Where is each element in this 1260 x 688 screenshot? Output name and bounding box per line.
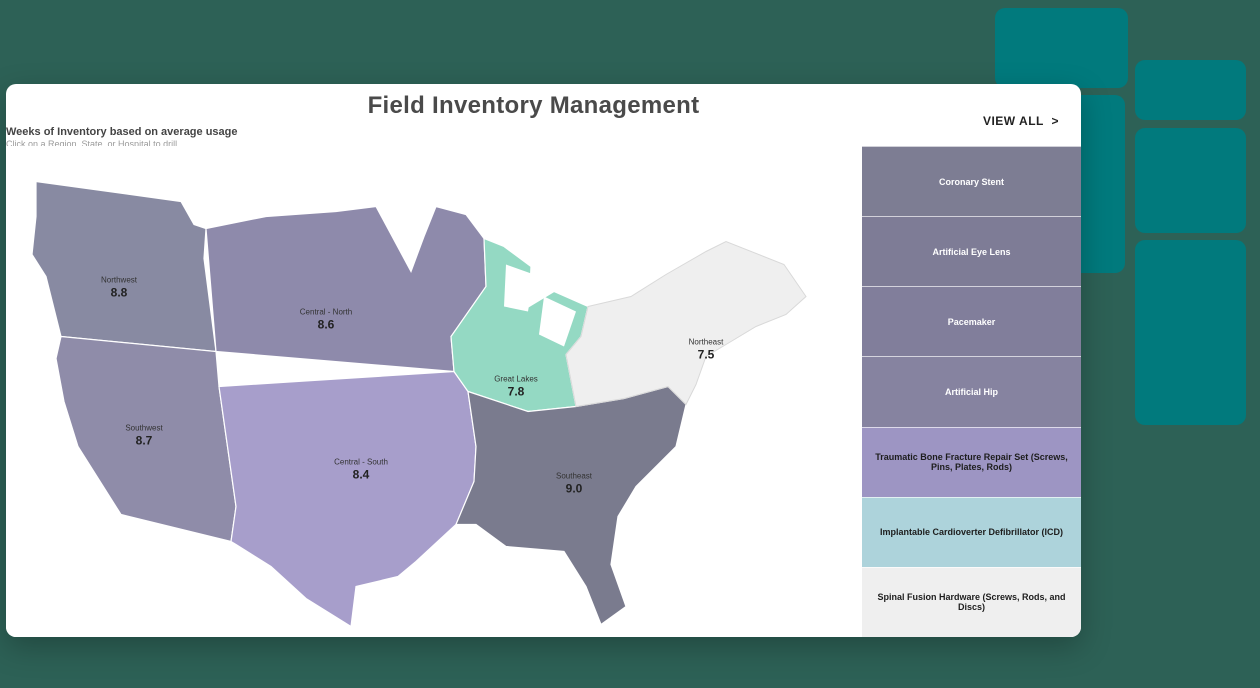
product-label: Traumatic Bone Fracture Repair Set (Scre… xyxy=(872,452,1071,472)
view-all-label: VIEW ALL xyxy=(983,114,1044,128)
us-map: Northwest 8.8 Central - North 8.6 Southw… xyxy=(6,146,861,637)
deco-rect xyxy=(1135,240,1246,425)
product-label: Pacemaker xyxy=(948,317,996,327)
region-central-north[interactable] xyxy=(206,207,486,372)
page-title: Field Inventory Management xyxy=(6,92,1061,120)
product-label: Artificial Eye Lens xyxy=(932,247,1010,257)
region-southeast[interactable] xyxy=(456,387,686,625)
content-area: Northwest 8.8 Central - North 8.6 Southw… xyxy=(6,146,1081,637)
region-central-north-label: Central - North xyxy=(300,308,352,317)
dashboard-card: Field Inventory Management Weeks of Inve… xyxy=(6,84,1081,637)
product-tile-icd[interactable]: Implantable Cardioverter Defibrillator (… xyxy=(862,497,1081,567)
region-great-lakes-label: Great Lakes xyxy=(494,375,538,384)
product-label: Artificial Hip xyxy=(945,387,998,397)
product-tile-artificial-hip[interactable]: Artificial Hip xyxy=(862,356,1081,426)
subtitle-line1: Weeks of Inventory based on average usag… xyxy=(6,126,1071,138)
region-southeast-label: Southeast xyxy=(556,472,593,481)
header: Field Inventory Management xyxy=(6,84,1081,124)
product-panel: Coronary Stent Artificial Eye Lens Pacem… xyxy=(861,146,1081,637)
region-southeast-value: 9.0 xyxy=(566,482,583,496)
region-northeast[interactable] xyxy=(566,242,806,407)
map-panel: Northwest 8.8 Central - North 8.6 Southw… xyxy=(6,146,861,637)
region-central-south-value: 8.4 xyxy=(353,468,370,482)
deco-rect xyxy=(1135,128,1246,233)
product-tile-artificial-eye-lens[interactable]: Artificial Eye Lens xyxy=(862,216,1081,286)
chevron-right-icon: > xyxy=(1051,114,1059,128)
product-label: Spinal Fusion Hardware (Screws, Rods, an… xyxy=(872,592,1071,612)
region-southwest-value: 8.7 xyxy=(136,434,153,448)
product-tile-fracture-repair[interactable]: Traumatic Bone Fracture Repair Set (Scre… xyxy=(862,427,1081,497)
view-all-link[interactable]: VIEW ALL > xyxy=(983,114,1059,128)
product-label: Coronary Stent xyxy=(939,177,1004,187)
deco-rect xyxy=(1135,60,1246,120)
region-northwest-label: Northwest xyxy=(101,276,138,285)
product-tile-spinal-fusion[interactable]: Spinal Fusion Hardware (Screws, Rods, an… xyxy=(862,567,1081,637)
region-central-south[interactable] xyxy=(219,372,476,627)
product-tile-coronary-stent[interactable]: Coronary Stent xyxy=(862,146,1081,216)
region-central-south-label: Central - South xyxy=(334,458,388,467)
region-great-lakes-value: 7.8 xyxy=(508,385,525,399)
region-northeast-value: 7.5 xyxy=(698,348,715,362)
deco-rect xyxy=(995,8,1128,88)
region-southwest-label: Southwest xyxy=(125,424,163,433)
product-label: Implantable Cardioverter Defibrillator (… xyxy=(880,527,1063,537)
region-northwest-value: 8.8 xyxy=(111,286,128,300)
region-central-north-value: 8.6 xyxy=(318,318,335,332)
product-tile-pacemaker[interactable]: Pacemaker xyxy=(862,286,1081,356)
region-northwest[interactable] xyxy=(32,182,216,352)
region-northeast-label: Northeast xyxy=(689,338,724,347)
